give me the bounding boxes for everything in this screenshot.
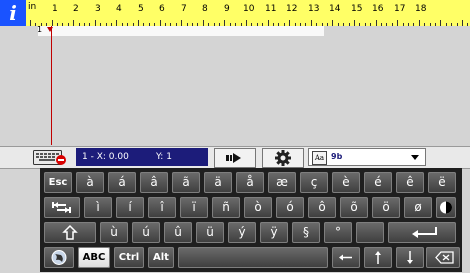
ruler-number: 12 [286,4,298,14]
key-ctrl[interactable]: Ctrl [114,247,144,268]
cursor-marker-icon [47,27,53,32]
backspace-icon [435,251,454,264]
key[interactable]: ë [428,172,456,193]
ruler-number: 14 [329,4,341,14]
key-backspace[interactable] [426,247,460,268]
key[interactable]: â [140,172,168,193]
status-toolbar: 1 - X: 0.00 Y: 1 Aa 9b [0,146,470,169]
info-button[interactable]: i [0,0,26,26]
ruler-number: 11 [265,4,277,14]
ruler-number: 10 [243,4,255,14]
key[interactable]: à [76,172,104,193]
gear-icon [275,150,291,166]
arrow-down-icon [407,251,413,264]
key[interactable]: ñ [212,197,240,218]
document-area[interactable]: 1 [0,25,470,148]
key[interactable]: ù [100,222,128,243]
key-up[interactable] [364,247,392,268]
key[interactable]: ý [228,222,256,243]
key-left[interactable] [332,247,360,268]
globe-icon [51,250,67,265]
key-blank[interactable] [356,222,384,243]
ruler-number: 7 [181,4,187,14]
ruler-number: 17 [394,4,406,14]
font-icon: Aa [312,151,327,165]
status-x: 1 - X: 0.00 [82,152,129,162]
key-abc[interactable]: ABC [78,247,110,268]
key-alt[interactable]: Alt [148,247,174,268]
ruler-number: 13 [308,4,320,14]
ruler-number: 5 [138,4,144,14]
key[interactable]: ï [180,197,208,218]
key[interactable]: ° [324,222,352,243]
key[interactable]: á [108,172,136,193]
ruler-number: 1 [52,4,58,14]
right-margin-line[interactable] [51,26,52,145]
ruler-number: 8 [202,4,208,14]
key[interactable]: ç [300,172,328,193]
ruler: i in 1 2 3 4 5 6 7 8 9 10 11 12 13 14 15… [0,0,470,26]
arrow-right-icon [226,153,241,163]
ruler-number: 18 [415,4,427,14]
ruler-unit-label: in [28,2,37,12]
ruler-number: 6 [159,4,165,14]
ruler-number: 15 [351,4,363,14]
key[interactable]: ã [172,172,200,193]
enter-icon [412,227,437,238]
key[interactable]: ì [84,197,112,218]
font-name: 9b [331,152,343,161]
key[interactable]: û [164,222,192,243]
key[interactable]: ê [396,172,424,193]
key-contrast[interactable] [436,197,456,218]
key[interactable]: ô [308,197,336,218]
contrast-icon [440,201,452,214]
key[interactable]: å [236,172,264,193]
key[interactable]: é [364,172,392,193]
ruler-number: 9 [224,4,230,14]
key[interactable]: ä [204,172,232,193]
key-shift[interactable] [44,222,96,243]
font-select[interactable]: Aa 9b [308,148,426,166]
line-number: 1 [37,25,43,34]
key-esc[interactable]: Esc [44,172,72,193]
key-language[interactable] [44,247,74,268]
key[interactable]: ò [244,197,272,218]
key[interactable]: í [116,197,144,218]
key-enter[interactable] [388,222,456,243]
settings-button[interactable] [262,148,304,168]
tab-icon [52,202,71,213]
status-y: Y: 1 [156,152,172,162]
key[interactable]: æ [268,172,296,193]
keyboard-toggle-icon[interactable] [33,149,67,166]
key[interactable]: ø [404,197,432,218]
key[interactable]: ü [196,222,224,243]
go-to-button[interactable] [214,148,256,168]
shift-icon [62,224,78,240]
key[interactable]: ÿ [260,222,288,243]
key[interactable]: è [332,172,360,193]
key[interactable]: î [148,197,176,218]
on-screen-keyboard: Esc à á â ã ä å æ ç è é ê ë ì í î ï ñ ò … [40,168,462,272]
ruler-number: 4 [116,4,122,14]
app-window: i in 1 2 3 4 5 6 7 8 9 10 11 12 13 14 15… [0,0,470,273]
key[interactable]: ú [132,222,160,243]
text-line[interactable] [38,26,324,36]
key-down[interactable] [396,247,424,268]
key-space[interactable] [178,247,328,268]
key[interactable]: § [292,222,320,243]
arrow-left-icon [339,254,352,261]
ruler-number: 3 [95,4,101,14]
key[interactable]: ó [276,197,304,218]
chevron-down-icon [411,155,419,160]
key[interactable]: õ [340,197,368,218]
ruler-number: 2 [73,4,79,14]
ruler-number: 16 [372,4,384,14]
key[interactable]: ö [372,197,400,218]
cursor-position-readout: 1 - X: 0.00 Y: 1 [76,148,208,166]
key-tab[interactable] [44,197,80,218]
arrow-up-icon [375,251,381,264]
